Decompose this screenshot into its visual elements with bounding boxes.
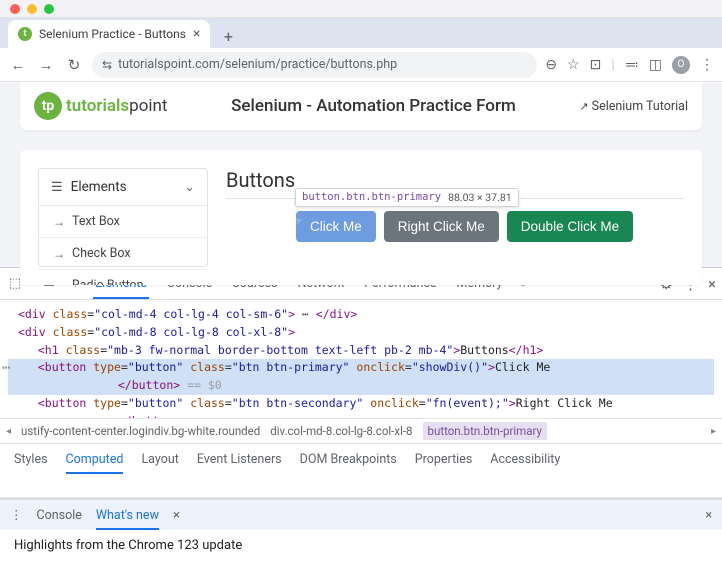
click-me-button[interactable]: Click Me — [296, 211, 376, 242]
page-title: Selenium - Automation Practice Form — [167, 96, 579, 116]
devtools-drawer: ⋮ Console What's new × × Highlights from… — [0, 498, 722, 561]
styles-panel-body — [0, 474, 722, 498]
tab-close-icon[interactable]: × — [193, 26, 200, 42]
styles-tabbar: Styles Computed Layout Event Listeners D… — [0, 444, 722, 474]
breadcrumb-item[interactable]: div.col-md-8.col-lg-8.col-xl-8 — [270, 424, 412, 438]
sidebar: ☰ Elements ⌄ → Text Box → Check Box → Ra… — [38, 168, 208, 267]
sidebar-item-textbox[interactable]: → Text Box — [39, 206, 207, 238]
external-link-icon: ↗ — [579, 100, 588, 113]
styles-tab-computed[interactable]: Computed — [66, 445, 124, 474]
styles-tab-layout[interactable]: Layout — [141, 452, 178, 467]
sidebar-item-label: Radio Button — [72, 278, 144, 285]
site-logo[interactable]: tp tutorialspoint — [34, 92, 167, 120]
separator: | — [611, 57, 614, 73]
drawer-tab-whats-new[interactable]: What's new — [96, 501, 159, 530]
tab-strip: t Selenium Practice - Buttons × + — [0, 18, 722, 48]
dom-line: <button type="button" class="btn btn-sec… — [8, 395, 714, 418]
scroll-right-icon[interactable]: ▸ — [711, 426, 716, 437]
site-header: tp tutorialspoint Selenium - Automation … — [20, 82, 702, 130]
logo-icon: tp — [34, 92, 62, 120]
styles-tab-dom-breakpoints[interactable]: DOM Breakpoints — [300, 452, 397, 467]
extensions-icon[interactable]: ⊡ — [590, 57, 602, 73]
breadcrumb-item[interactable]: ustify-content-center.logindiv.bg-white.… — [21, 424, 260, 438]
drawer-tab-close-icon[interactable]: × — [173, 508, 180, 523]
dom-line: ▸<div class="col-md-4 col-lg-4 col-sm-6"… — [8, 306, 714, 324]
drawer-tab-console[interactable]: Console — [37, 508, 82, 523]
devtools: ⬚ ▭ | Elements Console Sources Network P… — [0, 267, 722, 561]
sidebar-item-label: Check Box — [72, 246, 131, 261]
site-info-icon[interactable]: ⇆ — [102, 58, 112, 72]
inspect-tooltip: button.btn.btn-primary 88.03 × 37.81 — [295, 188, 519, 207]
tooltip-dimensions: 88.03 × 37.81 — [448, 191, 512, 204]
chevron-down-icon: ⌄ — [184, 180, 195, 195]
styles-tab-styles[interactable]: Styles — [14, 452, 48, 467]
browser-tab[interactable]: t Selenium Practice - Buttons × — [8, 20, 210, 48]
window-zoom-button[interactable] — [44, 4, 54, 14]
styles-tab-accessibility[interactable]: Accessibility — [490, 452, 560, 467]
drawer-tabbar: ⋮ Console What's new × × — [0, 500, 722, 530]
logo-text-prefix: tutorials — [66, 96, 129, 116]
tab-title: Selenium Practice - Buttons — [39, 27, 186, 41]
url-text: tutorialspoint.com/selenium/practice/but… — [118, 57, 397, 72]
drawer-menu-icon[interactable]: ⋮ — [10, 507, 23, 523]
drawer-body: Highlights from the Chrome 123 update — [0, 530, 722, 561]
browser-menu-icon[interactable]: ⋮ — [700, 57, 714, 73]
tooltip-selector: button.btn.btn-primary — [302, 191, 441, 204]
arrow-right-icon: → — [53, 279, 65, 286]
profile-avatar[interactable]: O — [672, 56, 690, 74]
arrow-right-icon: → — [53, 215, 65, 229]
dom-line-selected: <button type="button" class="btn btn-pri… — [8, 359, 714, 395]
styles-tab-properties[interactable]: Properties — [415, 452, 473, 467]
window-close-button[interactable] — [10, 4, 20, 14]
window-controls — [0, 0, 722, 18]
url-field[interactable]: ⇆ tutorialspoint.com/selenium/practice/b… — [92, 52, 537, 78]
right-click-me-button[interactable]: Right Click Me — [384, 211, 499, 242]
main-area: Buttons button.btn.btn-primary 88.03 × 3… — [226, 168, 684, 267]
drawer-close-icon[interactable]: × — [705, 508, 712, 523]
back-button[interactable]: ← — [8, 56, 28, 74]
ellipsis-icon: ⋯ — [2, 358, 10, 380]
button-row: button.btn.btn-primary 88.03 × 37.81 Cli… — [296, 211, 684, 242]
window-minimize-button[interactable] — [27, 4, 37, 14]
address-bar: ← → ↻ ⇆ tutorialspoint.com/selenium/prac… — [0, 48, 722, 82]
sidebar-item-radio[interactable]: → Radio Button — [39, 270, 207, 285]
scroll-left-icon[interactable]: ◂ — [6, 426, 11, 437]
format-icon[interactable]: ≕ — [625, 57, 639, 73]
sidebar-item-checkbox[interactable]: → Check Box — [39, 238, 207, 270]
content-panel: ☰ Elements ⌄ → Text Box → Check Box → Ra… — [20, 150, 702, 285]
favicon-icon: t — [18, 27, 32, 41]
sidebar-item-label: Text Box — [72, 214, 120, 229]
dom-line: ▾<div class="col-md-8 col-lg-8 col-xl-8"… — [8, 324, 714, 342]
dom-line: <h1 class="mb-3 fw-normal border-bottom … — [8, 342, 714, 360]
panel-icon[interactable]: ◫ — [649, 57, 662, 73]
sidebar-header-label: Elements — [71, 179, 127, 195]
styles-tab-event-listeners[interactable]: Event Listeners — [197, 452, 282, 467]
breadcrumb-item-active[interactable]: button.btn.btn-primary — [423, 422, 547, 440]
forward-button[interactable]: → — [36, 56, 56, 74]
new-tab-button[interactable]: + — [216, 24, 240, 48]
hamburger-icon: ☰ — [51, 180, 63, 195]
page-viewport: tp tutorialspoint Selenium - Automation … — [0, 82, 722, 267]
close-devtools-icon[interactable]: × — [708, 275, 716, 293]
reload-button[interactable]: ↻ — [64, 56, 84, 74]
double-click-me-button[interactable]: Double Click Me — [507, 211, 633, 242]
bookmark-icon[interactable]: ☆ — [567, 57, 580, 73]
dom-breadcrumb[interactable]: ◂ ustify-content-center.logindiv.bg-whit… — [0, 418, 722, 444]
arrow-right-icon: → — [53, 247, 65, 261]
sidebar-header[interactable]: ☰ Elements ⌄ — [39, 169, 207, 206]
logo-text-suffix: point — [129, 96, 167, 116]
dom-tree[interactable]: ⋯ ▸<div class="col-md-4 col-lg-4 col-sm-… — [0, 300, 722, 418]
tutorial-link[interactable]: ↗ Selenium Tutorial — [579, 99, 688, 114]
zoom-icon[interactable]: ⊖ — [545, 57, 557, 73]
tutorial-link-label: Selenium Tutorial — [592, 99, 688, 114]
